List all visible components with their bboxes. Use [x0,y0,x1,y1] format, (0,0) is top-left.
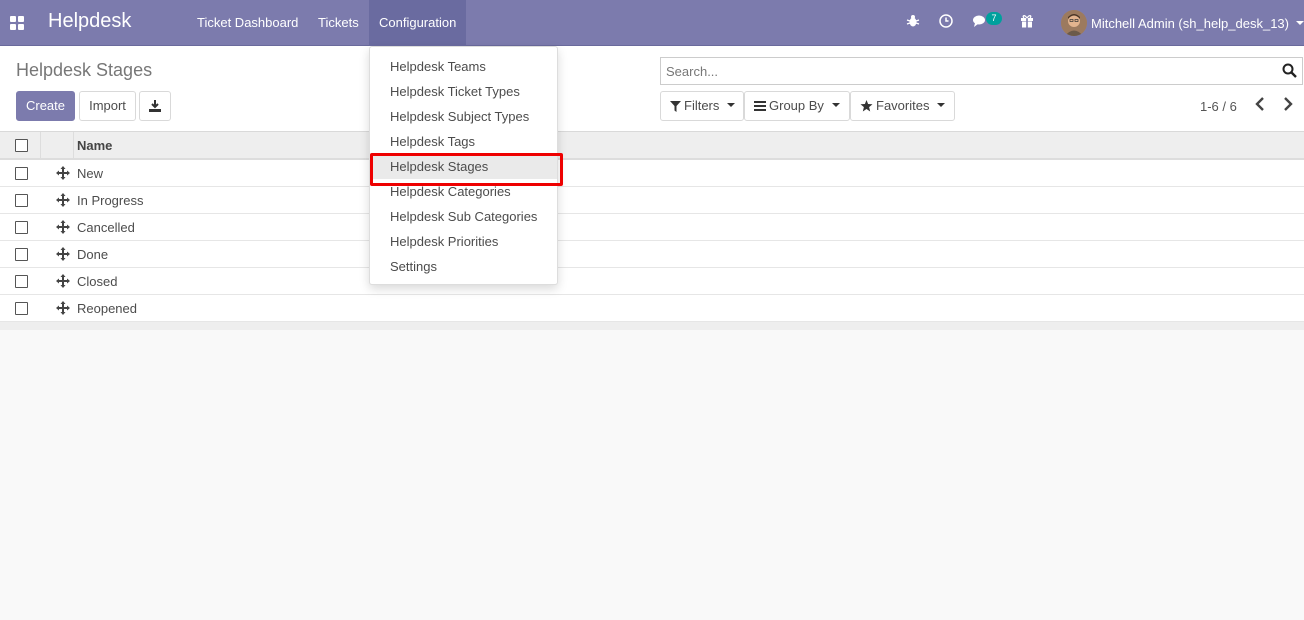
drag-handle-icon[interactable] [56,193,70,207]
row-name: New [77,166,104,181]
page-title: Helpdesk Stages [16,60,153,80]
stages-list: Name New In Progress Cancelled Done Clos… [0,132,1304,330]
download-icon [149,100,161,112]
menu-configuration[interactable]: Configuration [369,0,467,46]
messages-badge: 7 [986,12,1002,25]
row-name: Closed [77,274,118,289]
column-divider [40,132,41,160]
menu-item-helpdesk-subject-types[interactable]: Helpdesk Subject Types [370,104,557,129]
list-footer [0,322,1304,330]
menu-item-helpdesk-ticket-types[interactable]: Helpdesk Ticket Types [370,79,557,104]
column-divider [73,132,74,160]
row-checkbox[interactable] [15,221,28,234]
search-input[interactable] [661,58,1261,84]
table-row[interactable]: Done [0,241,1304,268]
chevron-down-icon [937,103,946,107]
menu-item-helpdesk-stages[interactable]: Helpdesk Stages [370,153,563,186]
row-checkbox[interactable] [15,302,28,315]
menu-tickets[interactable]: Tickets [308,0,369,46]
pager-value[interactable]: 1-6 / 6 [1200,99,1237,114]
drag-handle-icon[interactable] [56,247,70,261]
chevron-down-icon [831,103,840,107]
row-checkbox[interactable] [15,248,28,261]
gift-icon[interactable] [1020,14,1036,30]
user-name: Mitchell Admin (sh_help_desk_13) [1091,15,1289,31]
column-header-name[interactable]: Name [77,138,112,153]
group-by-label: Group By [769,98,824,113]
menu-item-helpdesk-sub-categories[interactable]: Helpdesk Sub Categories [370,204,557,229]
chevron-left-icon[interactable] [1255,97,1269,113]
table-row[interactable]: New [0,160,1304,187]
star-icon [860,100,873,112]
filters-button[interactable]: Filters [660,91,744,121]
table-row[interactable]: Cancelled [0,214,1304,241]
menu-ticket-dashboard[interactable]: Ticket Dashboard [187,0,308,46]
menu-item-helpdesk-priorities[interactable]: Helpdesk Priorities [370,229,557,254]
row-name: Done [77,247,109,262]
control-panel: Helpdesk Stages Create Import Filters Gr… [0,46,1304,132]
user-menu[interactable]: Mitchell Admin (sh_help_desk_13) [1061,9,1304,37]
row-name: In Progress [77,193,144,208]
app-brand[interactable]: Helpdesk [48,10,131,33]
drag-handle-icon[interactable] [56,274,70,288]
apps-grid-icon[interactable] [8,12,26,32]
drag-handle-icon[interactable] [56,166,70,180]
drag-handle-icon[interactable] [56,301,70,315]
select-all-checkbox[interactable] [15,139,28,152]
top-navbar: Helpdesk Ticket Dashboard Tickets Config… [0,0,1304,46]
row-name: Cancelled [77,220,135,235]
chevron-down-icon [1296,21,1304,25]
table-row[interactable]: Reopened [0,295,1304,322]
list-icon [754,101,766,111]
search-icon[interactable] [1282,63,1298,79]
export-button[interactable] [139,91,171,121]
chevron-right-icon[interactable] [1283,97,1297,113]
menu-item-helpdesk-categories[interactable]: Helpdesk Categories [370,179,557,204]
menu-item-helpdesk-teams[interactable]: Helpdesk Teams [370,54,557,79]
list-header: Name [0,132,1304,160]
configuration-dropdown: Helpdesk Teams Helpdesk Ticket Types Hel… [369,46,563,285]
filters-label: Filters [684,98,720,113]
filter-icon [670,100,681,112]
group-by-button[interactable]: Group By [744,91,850,121]
table-row[interactable]: Closed [0,268,1304,295]
row-checkbox[interactable] [15,167,28,180]
favorites-button[interactable]: Favorites [850,91,955,121]
chevron-down-icon [727,103,736,107]
drag-handle-icon[interactable] [56,220,70,234]
table-row[interactable]: In Progress [0,187,1304,214]
menu-item-helpdesk-tags[interactable]: Helpdesk Tags [370,129,557,154]
row-checkbox[interactable] [15,275,28,288]
menu-item-settings[interactable]: Settings [370,254,557,279]
avatar [1061,10,1087,36]
create-button[interactable]: Create [16,91,75,121]
row-name: Reopened [77,301,137,316]
row-checkbox[interactable] [15,194,28,207]
favorites-label: Favorites [876,98,930,113]
clock-icon[interactable] [939,14,955,30]
bug-icon[interactable] [906,14,922,30]
search-field[interactable] [660,57,1303,85]
import-button[interactable]: Import [79,91,136,121]
